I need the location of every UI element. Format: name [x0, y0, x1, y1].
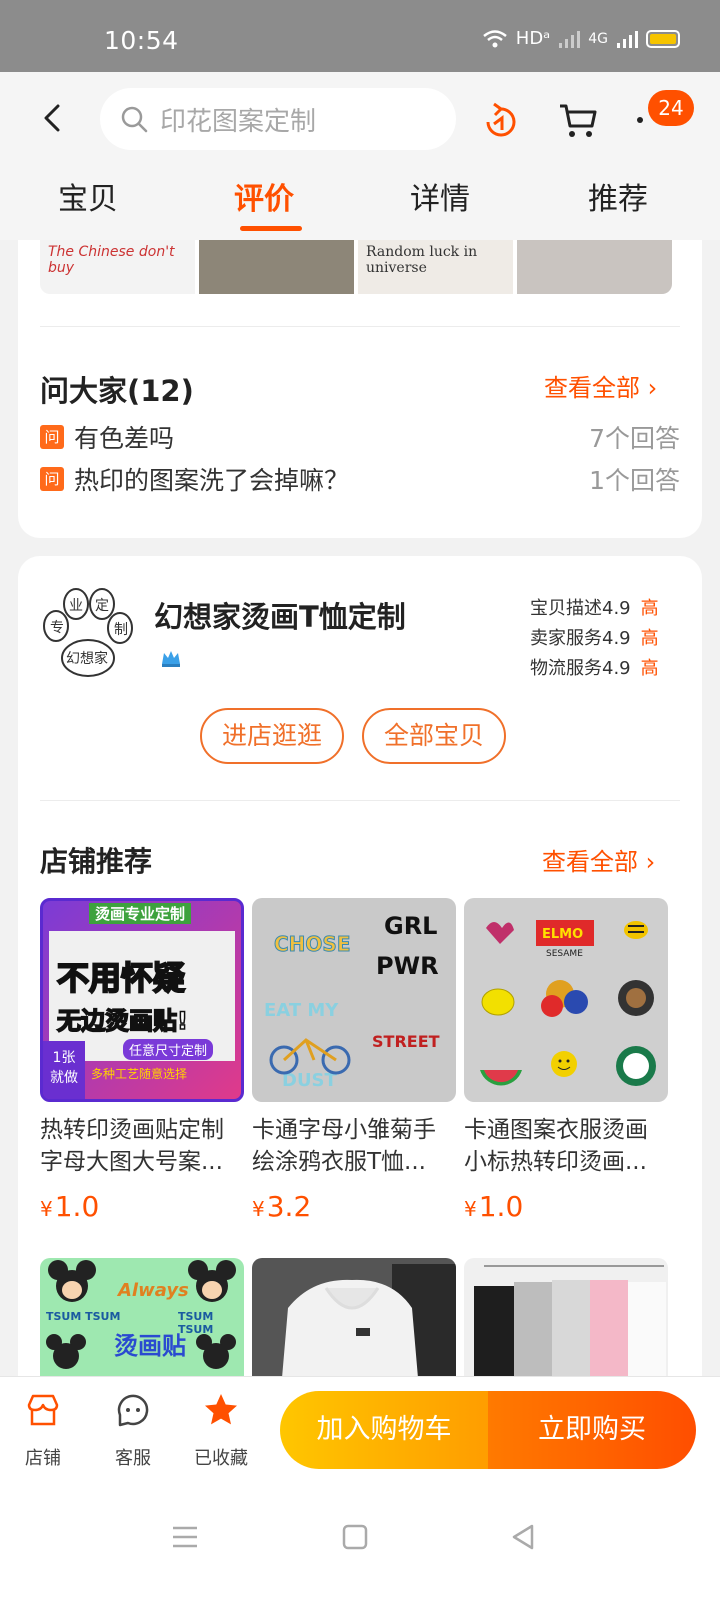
search-icon — [121, 106, 148, 133]
product-image[interactable]: TSUM TSUM Always TSUM TSUM 烫画贴 — [40, 1258, 244, 1378]
signal-icon — [559, 30, 581, 48]
customer-service-tab[interactable]: 客服 — [98, 1391, 168, 1470]
share-icon[interactable] — [478, 98, 522, 142]
question-icon: 问 — [40, 425, 64, 449]
product-price: ¥1.0 — [464, 1190, 524, 1223]
header: 印花图案定制 24 宝贝 评价 详情 推荐 — [0, 72, 720, 240]
product-image[interactable] — [252, 1258, 456, 1378]
recommend-title: 店铺推荐 — [40, 845, 153, 878]
recommend-see-all-link[interactable]: 查看全部 › — [542, 842, 655, 877]
product-card[interactable]: CHOSE GRL PWR EAT MY DUST STREET 卡通字母小雏菊… — [252, 898, 456, 1223]
qa-title: 问大家(12) — [40, 374, 194, 408]
svg-text:ELMO: ELMO — [542, 927, 583, 942]
status-icons: HDᵃ 4G — [482, 28, 680, 49]
tab-details[interactable]: 详情 — [410, 174, 470, 218]
product-name: 热转印烫画贴定制字母大图大号案... — [40, 1117, 224, 1175]
wifi-icon — [482, 29, 507, 47]
divider — [40, 800, 680, 801]
notification-badge[interactable]: 24 — [648, 90, 694, 126]
product-name: 卡通图案衣服烫画小标热转印烫画... — [464, 1117, 648, 1175]
battery-icon — [646, 29, 680, 48]
network-label: HDᵃ — [515, 28, 551, 49]
search-placeholder: 印花图案定制 — [160, 106, 317, 137]
back-arrow-icon[interactable] — [36, 100, 72, 136]
svg-text:SESAME: SESAME — [546, 949, 583, 959]
review-photo[interactable] — [517, 240, 672, 294]
qa-row[interactable]: 问 有色差吗 7个回答 — [40, 420, 680, 454]
all-items-button[interactable]: 全部宝贝 — [362, 708, 506, 764]
qa-question: 热印的图案洗了会掉嘛？ — [74, 466, 350, 495]
search-box[interactable]: 印花图案定制 — [100, 88, 456, 150]
hoodie-art — [282, 1264, 456, 1378]
tab-recommend[interactable]: 推荐 — [588, 174, 648, 218]
back-icon[interactable] — [508, 1522, 538, 1552]
add-to-cart-button[interactable]: 加入购物车 — [280, 1391, 488, 1469]
product-image[interactable] — [464, 1258, 668, 1378]
signal-icon-2 — [617, 30, 638, 48]
enter-store-button[interactable]: 进店逛逛 — [200, 708, 344, 764]
shop-name[interactable]: 幻想家烫画T恤定制 — [154, 594, 406, 636]
status-bar: 10:54 HDᵃ 4G — [0, 0, 720, 72]
review-photo[interactable]: Random luck in universe — [358, 240, 513, 294]
store-label: 店铺 — [25, 1448, 61, 1469]
bottom-action-bar: 店铺 客服 已收藏 加入购物车 立即购买 — [0, 1376, 720, 1482]
qa-card: The Chinese don't buy Random luck in uni… — [18, 240, 702, 538]
product-price: ¥3.2 — [252, 1190, 312, 1223]
sticker-art: ELMO SESAME — [480, 920, 656, 1086]
product-price: ¥1.0 — [40, 1190, 100, 1223]
qa-row[interactable]: 问 热印的图案洗了会掉嘛？ 1个回答 — [40, 462, 680, 496]
qa-see-all-link[interactable]: 查看全部 › — [544, 368, 657, 403]
divider — [40, 326, 680, 327]
product-card[interactable]: 烫画专业定制 不用怀疑 无边烫画贴! 1张 就做 任意尺寸定制 多种工艺随意选择 … — [40, 898, 244, 1223]
review-photo[interactable] — [199, 240, 354, 294]
system-nav-bar — [0, 1482, 720, 1600]
service-label: 客服 — [115, 1448, 151, 1469]
product-image[interactable]: ELMO SESAME — [464, 898, 668, 1102]
shop-ratings: 宝贝描述4.9 高 卖家服务4.9 高 物流服务4.9 高 — [530, 594, 659, 684]
question-icon: 问 — [40, 467, 64, 491]
shop-logo-char: 幻想家 — [66, 650, 108, 667]
product-card[interactable] — [464, 1258, 668, 1378]
product-card[interactable] — [252, 1258, 456, 1378]
store-tab[interactable]: 店铺 — [8, 1391, 78, 1470]
product-name: 卡通字母小雏菊手绘涂鸦衣服T恤... — [252, 1117, 436, 1175]
tab-underline — [240, 226, 302, 231]
qa-answer-count: 7个回答 — [589, 424, 680, 453]
tshirts-art — [474, 1265, 666, 1378]
shop-logo-char: 专 — [50, 620, 64, 636]
menu-icon[interactable] — [170, 1522, 200, 1552]
buy-now-button[interactable]: 立即购买 — [488, 1391, 696, 1469]
product-image[interactable]: 烫画专业定制 不用怀疑 无边烫画贴! 1张 就做 任意尺寸定制 多种工艺随意选择 — [40, 898, 244, 1102]
store-icon — [27, 1394, 59, 1426]
tab-reviews[interactable]: 评价 — [234, 174, 294, 218]
service-icon — [117, 1394, 149, 1427]
shop-card: 专 业 定 制 幻想家 幻想家烫画T恤定制 宝贝描述4.9 高 卖家服务4.9 高 … — [18, 556, 702, 1406]
star-icon — [205, 1394, 237, 1425]
cart-icon[interactable] — [556, 98, 600, 142]
bicycle-icon — [269, 1038, 351, 1075]
rating-row: 物流服务4.9 高 — [530, 658, 659, 679]
qa-answer-count: 1个回答 — [589, 466, 680, 495]
product-card[interactable]: ELMO SESAME 卡通图案衣服烫画小标热转印烫画... ¥1.0 — [464, 898, 668, 1223]
shop-logo[interactable]: 专 业 定 制 幻想家 — [40, 586, 136, 682]
mickey-art — [46, 1260, 236, 1369]
rating-row: 卖家服务4.9 高 — [530, 628, 659, 649]
review-thumbnails: The Chinese don't buy Random luck in uni… — [40, 240, 672, 294]
favorite-label: 已收藏 — [194, 1448, 248, 1469]
status-time: 10:54 — [104, 26, 179, 55]
tab-bar: 宝贝 评价 详情 推荐 — [0, 168, 720, 240]
network-label-2: 4G — [588, 30, 608, 47]
rating-row: 宝贝描述4.9 高 — [530, 598, 659, 619]
favorite-tab[interactable]: 已收藏 — [186, 1391, 256, 1470]
product-card[interactable]: TSUM TSUM Always TSUM TSUM 烫画贴 — [40, 1258, 244, 1378]
home-icon[interactable] — [340, 1522, 370, 1552]
shop-logo-char: 业 — [69, 598, 83, 614]
tab-item[interactable]: 宝贝 — [58, 174, 118, 218]
shop-logo-char: 定 — [95, 598, 109, 614]
review-photo[interactable]: The Chinese don't buy — [40, 240, 195, 294]
qa-question: 有色差吗 — [74, 424, 175, 453]
crown-badge-icon — [162, 651, 180, 667]
shop-logo-char: 制 — [114, 622, 128, 638]
product-image[interactable]: CHOSE GRL PWR EAT MY DUST STREET — [252, 898, 456, 1102]
